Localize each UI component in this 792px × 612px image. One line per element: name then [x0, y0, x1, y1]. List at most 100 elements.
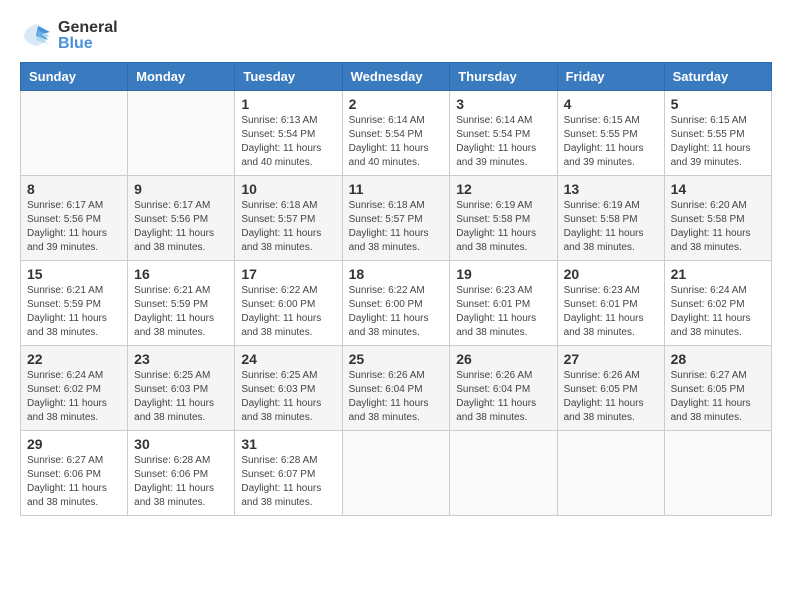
calendar-cell: 22 Sunrise: 6:24 AM Sunset: 6:02 PM Dayl… [21, 346, 128, 431]
calendar-cell: 15 Sunrise: 6:21 AM Sunset: 5:59 PM Dayl… [21, 261, 128, 346]
calendar-cell: 28 Sunrise: 6:27 AM Sunset: 6:05 PM Dayl… [664, 346, 771, 431]
day-number: 18 [349, 266, 444, 282]
day-number: 20 [564, 266, 658, 282]
calendar-cell [21, 91, 128, 176]
day-info: Sunrise: 6:27 AM Sunset: 6:06 PM Dayligh… [27, 454, 121, 510]
calendar-cell: 23 Sunrise: 6:25 AM Sunset: 6:03 PM Dayl… [128, 346, 235, 431]
calendar-header-row: SundayMondayTuesdayWednesdayThursdayFrid… [21, 63, 772, 91]
calendar-cell: 3 Sunrise: 6:14 AM Sunset: 5:54 PM Dayli… [450, 91, 557, 176]
calendar-cell: 19 Sunrise: 6:23 AM Sunset: 6:01 PM Dayl… [450, 261, 557, 346]
calendar-cell: 14 Sunrise: 6:20 AM Sunset: 5:58 PM Dayl… [664, 176, 771, 261]
calendar-cell: 12 Sunrise: 6:19 AM Sunset: 5:58 PM Dayl… [450, 176, 557, 261]
day-number: 19 [456, 266, 550, 282]
day-number: 25 [349, 351, 444, 367]
weekday-header-saturday: Saturday [664, 63, 771, 91]
day-number: 4 [564, 96, 658, 112]
day-info: Sunrise: 6:25 AM Sunset: 6:03 PM Dayligh… [241, 369, 335, 425]
day-info: Sunrise: 6:13 AM Sunset: 5:54 PM Dayligh… [241, 114, 335, 170]
day-info: Sunrise: 6:22 AM Sunset: 6:00 PM Dayligh… [349, 284, 444, 340]
calendar-cell [128, 91, 235, 176]
day-number: 15 [27, 266, 121, 282]
day-number: 3 [456, 96, 550, 112]
calendar-week-4: 22 Sunrise: 6:24 AM Sunset: 6:02 PM Dayl… [21, 346, 772, 431]
day-number: 27 [564, 351, 658, 367]
logo-text: General Blue [58, 20, 118, 52]
day-info: Sunrise: 6:18 AM Sunset: 5:57 PM Dayligh… [241, 199, 335, 255]
day-number: 12 [456, 181, 550, 197]
day-number: 14 [671, 181, 765, 197]
logo-wrapper: General Blue [20, 20, 118, 52]
day-number: 30 [134, 436, 228, 452]
day-info: Sunrise: 6:24 AM Sunset: 6:02 PM Dayligh… [671, 284, 765, 340]
day-number: 26 [456, 351, 550, 367]
calendar-cell: 31 Sunrise: 6:28 AM Sunset: 6:07 PM Dayl… [235, 431, 342, 516]
day-info: Sunrise: 6:14 AM Sunset: 5:54 PM Dayligh… [349, 114, 444, 170]
day-info: Sunrise: 6:19 AM Sunset: 5:58 PM Dayligh… [564, 199, 658, 255]
calendar-cell: 13 Sunrise: 6:19 AM Sunset: 5:58 PM Dayl… [557, 176, 664, 261]
day-info: Sunrise: 6:26 AM Sunset: 6:05 PM Dayligh… [564, 369, 658, 425]
day-number: 9 [134, 181, 228, 197]
day-number: 8 [27, 181, 121, 197]
day-info: Sunrise: 6:15 AM Sunset: 5:55 PM Dayligh… [671, 114, 765, 170]
day-number: 17 [241, 266, 335, 282]
calendar-cell: 27 Sunrise: 6:26 AM Sunset: 6:05 PM Dayl… [557, 346, 664, 431]
weekday-header-sunday: Sunday [21, 63, 128, 91]
day-info: Sunrise: 6:24 AM Sunset: 6:02 PM Dayligh… [27, 369, 121, 425]
calendar-week-1: 1 Sunrise: 6:13 AM Sunset: 5:54 PM Dayli… [21, 91, 772, 176]
day-number: 29 [27, 436, 121, 452]
calendar-cell: 25 Sunrise: 6:26 AM Sunset: 6:04 PM Dayl… [342, 346, 450, 431]
day-info: Sunrise: 6:25 AM Sunset: 6:03 PM Dayligh… [134, 369, 228, 425]
logo: General Blue [20, 20, 118, 52]
calendar-cell: 21 Sunrise: 6:24 AM Sunset: 6:02 PM Dayl… [664, 261, 771, 346]
calendar-cell: 1 Sunrise: 6:13 AM Sunset: 5:54 PM Dayli… [235, 91, 342, 176]
day-info: Sunrise: 6:14 AM Sunset: 5:54 PM Dayligh… [456, 114, 550, 170]
day-number: 28 [671, 351, 765, 367]
day-info: Sunrise: 6:18 AM Sunset: 5:57 PM Dayligh… [349, 199, 444, 255]
calendar-cell [342, 431, 450, 516]
day-info: Sunrise: 6:23 AM Sunset: 6:01 PM Dayligh… [564, 284, 658, 340]
logo-general: General [58, 20, 118, 36]
weekday-header-friday: Friday [557, 63, 664, 91]
calendar-cell: 18 Sunrise: 6:22 AM Sunset: 6:00 PM Dayl… [342, 261, 450, 346]
day-number: 21 [671, 266, 765, 282]
weekday-header-thursday: Thursday [450, 63, 557, 91]
calendar-week-3: 15 Sunrise: 6:21 AM Sunset: 5:59 PM Dayl… [21, 261, 772, 346]
calendar-week-5: 29 Sunrise: 6:27 AM Sunset: 6:06 PM Dayl… [21, 431, 772, 516]
calendar-cell: 10 Sunrise: 6:18 AM Sunset: 5:57 PM Dayl… [235, 176, 342, 261]
calendar-week-2: 8 Sunrise: 6:17 AM Sunset: 5:56 PM Dayli… [21, 176, 772, 261]
calendar-cell: 5 Sunrise: 6:15 AM Sunset: 5:55 PM Dayli… [664, 91, 771, 176]
day-number: 1 [241, 96, 335, 112]
day-number: 13 [564, 181, 658, 197]
calendar-cell: 2 Sunrise: 6:14 AM Sunset: 5:54 PM Dayli… [342, 91, 450, 176]
logo-bird-icon [20, 20, 52, 52]
calendar-cell: 9 Sunrise: 6:17 AM Sunset: 5:56 PM Dayli… [128, 176, 235, 261]
weekday-header-monday: Monday [128, 63, 235, 91]
day-number: 11 [349, 181, 444, 197]
day-info: Sunrise: 6:28 AM Sunset: 6:07 PM Dayligh… [241, 454, 335, 510]
calendar-cell: 26 Sunrise: 6:26 AM Sunset: 6:04 PM Dayl… [450, 346, 557, 431]
day-info: Sunrise: 6:28 AM Sunset: 6:06 PM Dayligh… [134, 454, 228, 510]
calendar-cell: 20 Sunrise: 6:23 AM Sunset: 6:01 PM Dayl… [557, 261, 664, 346]
day-info: Sunrise: 6:20 AM Sunset: 5:58 PM Dayligh… [671, 199, 765, 255]
calendar-cell: 4 Sunrise: 6:15 AM Sunset: 5:55 PM Dayli… [557, 91, 664, 176]
day-info: Sunrise: 6:15 AM Sunset: 5:55 PM Dayligh… [564, 114, 658, 170]
day-info: Sunrise: 6:26 AM Sunset: 6:04 PM Dayligh… [456, 369, 550, 425]
day-number: 10 [241, 181, 335, 197]
calendar-cell: 29 Sunrise: 6:27 AM Sunset: 6:06 PM Dayl… [21, 431, 128, 516]
day-number: 2 [349, 96, 444, 112]
calendar-table: SundayMondayTuesdayWednesdayThursdayFrid… [20, 62, 772, 516]
logo-blue: Blue [58, 36, 118, 52]
day-info: Sunrise: 6:19 AM Sunset: 5:58 PM Dayligh… [456, 199, 550, 255]
day-info: Sunrise: 6:21 AM Sunset: 5:59 PM Dayligh… [134, 284, 228, 340]
day-number: 31 [241, 436, 335, 452]
calendar-cell: 30 Sunrise: 6:28 AM Sunset: 6:06 PM Dayl… [128, 431, 235, 516]
weekday-header-wednesday: Wednesday [342, 63, 450, 91]
calendar-cell: 8 Sunrise: 6:17 AM Sunset: 5:56 PM Dayli… [21, 176, 128, 261]
day-info: Sunrise: 6:27 AM Sunset: 6:05 PM Dayligh… [671, 369, 765, 425]
day-number: 16 [134, 266, 228, 282]
calendar-cell: 24 Sunrise: 6:25 AM Sunset: 6:03 PM Dayl… [235, 346, 342, 431]
day-info: Sunrise: 6:17 AM Sunset: 5:56 PM Dayligh… [134, 199, 228, 255]
day-info: Sunrise: 6:17 AM Sunset: 5:56 PM Dayligh… [27, 199, 121, 255]
day-info: Sunrise: 6:26 AM Sunset: 6:04 PM Dayligh… [349, 369, 444, 425]
day-number: 5 [671, 96, 765, 112]
